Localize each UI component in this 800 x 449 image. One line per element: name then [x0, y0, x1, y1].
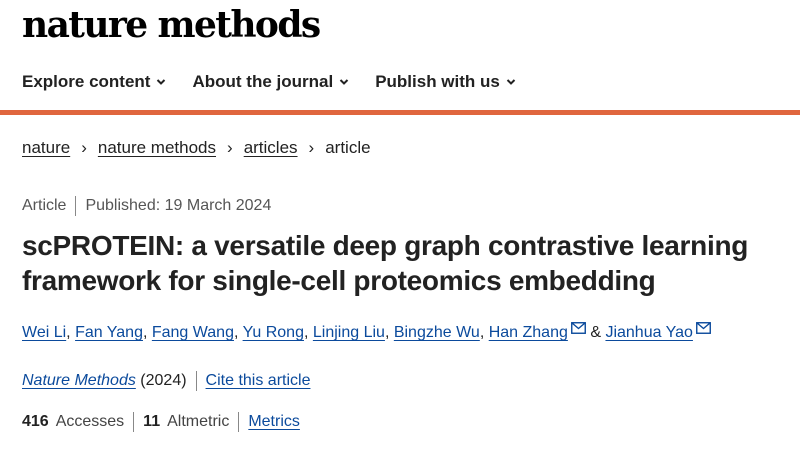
nav-publish-with-us[interactable]: Publish with us: [375, 72, 516, 92]
chevron-right-icon: ›: [227, 138, 233, 157]
header-accent-bar: [0, 110, 800, 115]
author-link[interactable]: Han Zhang: [489, 324, 568, 341]
journal-link[interactable]: Nature Methods: [22, 372, 136, 390]
metrics-link[interactable]: Metrics: [248, 413, 300, 431]
publication-year: (2024): [140, 372, 187, 389]
site-logo[interactable]: nature methods: [22, 4, 321, 46]
breadcrumb-link-articles[interactable]: articles: [244, 138, 298, 158]
author-link[interactable]: Fan Yang: [75, 324, 143, 341]
breadcrumb-current: article: [325, 138, 371, 157]
article-title: scPROTEIN: a versatile deep graph contra…: [22, 230, 749, 296]
nav-about-journal[interactable]: About the journal: [192, 72, 349, 92]
divider: [133, 412, 135, 432]
mail-icon[interactable]: [695, 322, 711, 334]
nav-item-label: Explore content: [22, 72, 151, 91]
breadcrumb-link-nature-methods[interactable]: nature methods: [98, 138, 216, 158]
chevron-right-icon: ›: [308, 138, 315, 157]
published-date: Published: 19 March 2024: [85, 197, 272, 214]
nav-item-label: Publish with us: [375, 72, 500, 91]
author-link[interactable]: Wei Li: [22, 324, 66, 341]
breadcrumb: nature › nature methods › articles › art…: [22, 138, 371, 158]
author-link[interactable]: Jianhua Yao: [605, 324, 692, 341]
nav-item-label: About the journal: [192, 72, 334, 91]
mail-icon[interactable]: [570, 322, 586, 334]
author-list: Wei Li, Fan Yang, Fang Wang, Yu Rong, Li…: [22, 322, 711, 342]
divider: [195, 371, 197, 391]
journal-citation: Nature Methods (2024) Cite this article: [22, 371, 310, 391]
divider: [75, 196, 77, 216]
main-nav: Explore content About the journal Publis…: [22, 72, 516, 92]
nav-explore-content[interactable]: Explore content: [22, 72, 166, 92]
altmetric-label: Altmetric: [167, 413, 230, 430]
author-link[interactable]: Bingzhe Wu: [394, 324, 480, 341]
article-meta: Article Published: 19 March 2024: [22, 196, 271, 216]
author-link[interactable]: Linjing Liu: [313, 324, 385, 341]
chevron-right-icon: ›: [81, 138, 87, 157]
author-link[interactable]: Yu Rong: [243, 324, 304, 341]
divider: [238, 412, 240, 432]
chevron-down-icon: [157, 79, 166, 85]
chevron-down-icon: [506, 79, 516, 85]
chevron-down-icon: [339, 79, 349, 85]
accesses-count: 416: [22, 413, 49, 430]
author-link[interactable]: Fang Wang: [152, 324, 234, 341]
breadcrumb-link-nature[interactable]: nature: [22, 138, 70, 158]
altmetric-count: 11: [143, 413, 161, 430]
cite-article-link[interactable]: Cite this article: [206, 372, 311, 390]
accesses-label: Accesses: [55, 413, 125, 430]
article-type: Article: [22, 197, 67, 214]
article-metrics: 416 Accesses 11 Altmetric Metrics: [22, 412, 300, 432]
